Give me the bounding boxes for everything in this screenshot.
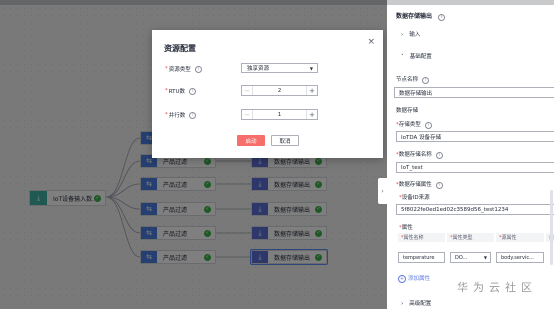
source-property-input[interactable]: body.servic... xyxy=(496,252,544,263)
device-id-label: 设备ID来源 xyxy=(401,195,430,201)
decrement-button[interactable]: − xyxy=(242,110,253,119)
rtu-label: RTU数 xyxy=(168,89,186,95)
resource-type-value: 独享资源 xyxy=(247,66,270,72)
resource-type-label: 资源类型 xyxy=(168,67,191,73)
chevron-down-icon: ˅ xyxy=(401,54,404,60)
plus-circle-icon: + xyxy=(398,275,406,283)
storage-type-select[interactable]: IoTDA 设备存储 xyxy=(396,131,554,142)
data-storage-label: 数据存储 xyxy=(396,108,419,114)
chevron-down-icon: ▼ xyxy=(483,255,487,260)
rtu-value[interactable]: 2 xyxy=(253,88,306,94)
panel-scrollbar[interactable] xyxy=(550,190,553,265)
table-header-text: 源属性 xyxy=(501,235,517,241)
device-id-input[interactable]: 5f8022fe0ed1ed02c3589d56_test1234 xyxy=(396,204,554,215)
table-header-text: 属性类型 xyxy=(452,235,473,241)
section-input[interactable]: › 输入 xyxy=(401,30,420,38)
node-name-label: 节点名称? xyxy=(396,75,430,84)
parallelism-stepper[interactable]: − 1 + xyxy=(241,109,318,120)
table-header-name: * 属性名称 xyxy=(398,233,445,242)
resource-type-label-row: * 资源类型 ? xyxy=(165,63,202,75)
section-basic[interactable]: ˅ 基础配置 xyxy=(401,52,432,60)
rtu-label-row: * RTU数 ? xyxy=(165,85,197,97)
dialog-title: 资源配置 xyxy=(164,44,196,53)
storage-attr-label: 数据存储属性 xyxy=(398,182,432,188)
section-advanced-label: 高级配置 xyxy=(409,301,432,307)
increment-button[interactable]: + xyxy=(306,86,317,95)
table-header-text: 属性名称 xyxy=(403,235,424,241)
help-icon[interactable]: ? xyxy=(435,151,443,159)
resource-config-dialog: 资源配置 × * 资源类型 ? 独享资源 ▼ * RTU数 ? − 2 + * 并行数… xyxy=(152,30,383,158)
section-input-label: 输入 xyxy=(409,32,421,38)
table-header-source: * 源属性 xyxy=(496,233,544,242)
close-icon[interactable]: × xyxy=(367,37,375,47)
node-name-input[interactable]: 数据存储输出 xyxy=(394,87,554,98)
section-basic-label: 基础配置 xyxy=(409,54,432,60)
storage-type-label: 存储类型 xyxy=(398,122,421,128)
collapse-panel-handle[interactable]: › xyxy=(378,178,387,204)
property-type-value: DO... xyxy=(455,254,468,261)
parallelism-value[interactable]: 1 xyxy=(253,112,306,118)
help-icon[interactable]: ? xyxy=(435,181,443,189)
panel-title: 数据存储输出 xyxy=(396,13,433,20)
chevron-right-icon: › xyxy=(401,32,404,38)
cancel-button[interactable]: 取消 xyxy=(271,135,299,146)
chevron-right-icon: › xyxy=(401,301,404,307)
section-advanced[interactable]: › 高级配置 xyxy=(401,299,431,307)
properties-panel: 数据存储输出 ? › 输入 ˅ 基础配置 节点名称? 数据存储输出 数据存储 *存储… xyxy=(387,5,554,309)
help-icon[interactable]: ? xyxy=(424,121,432,129)
increment-button[interactable]: + xyxy=(306,110,317,119)
table-header-type: * 属性类型 xyxy=(447,233,494,242)
property-label-row: *属性 xyxy=(399,225,413,231)
parallelism-label-row: * 并行数 ? xyxy=(165,109,197,121)
property-label: 属性 xyxy=(401,225,413,231)
help-icon[interactable]: ? xyxy=(194,65,202,73)
property-type-select[interactable]: DO... ▼ xyxy=(450,252,491,263)
chevron-right-icon: › xyxy=(381,187,384,195)
storage-name-label: 数据存储名称 xyxy=(398,152,432,158)
decrement-button[interactable]: − xyxy=(242,86,253,95)
rtu-stepper[interactable]: − 2 + xyxy=(241,85,318,96)
help-icon[interactable]: ? xyxy=(422,76,430,84)
help-icon[interactable]: ? xyxy=(189,111,197,119)
storage-name-label-row: *数据存储名称? xyxy=(396,150,443,159)
watermark: 华为云社区 xyxy=(457,281,537,294)
help-icon[interactable]: ? xyxy=(189,87,197,95)
help-icon[interactable]: ? xyxy=(438,13,446,21)
chevron-down-icon: ▼ xyxy=(309,66,313,71)
add-property-label: 添加属性 xyxy=(408,276,431,282)
resource-type-select[interactable]: 独享资源 ▼ xyxy=(241,63,318,73)
start-button[interactable]: 启动 xyxy=(237,135,265,146)
parallelism-label: 并行数 xyxy=(168,113,186,119)
node-name-label-text: 节点名称 xyxy=(396,77,419,83)
panel-title-row: 数据存储输出 ? xyxy=(396,11,446,21)
storage-name-select[interactable]: IoT_test xyxy=(396,162,554,173)
device-id-label-row: *设备ID来源 xyxy=(399,195,430,201)
property-name-input[interactable]: temperature xyxy=(398,252,445,263)
add-property-button[interactable]: + 添加属性 xyxy=(398,274,430,283)
storage-attr-label-row: *数据存储属性? xyxy=(396,180,443,189)
storage-type-label-row: *存储类型? xyxy=(396,120,432,129)
